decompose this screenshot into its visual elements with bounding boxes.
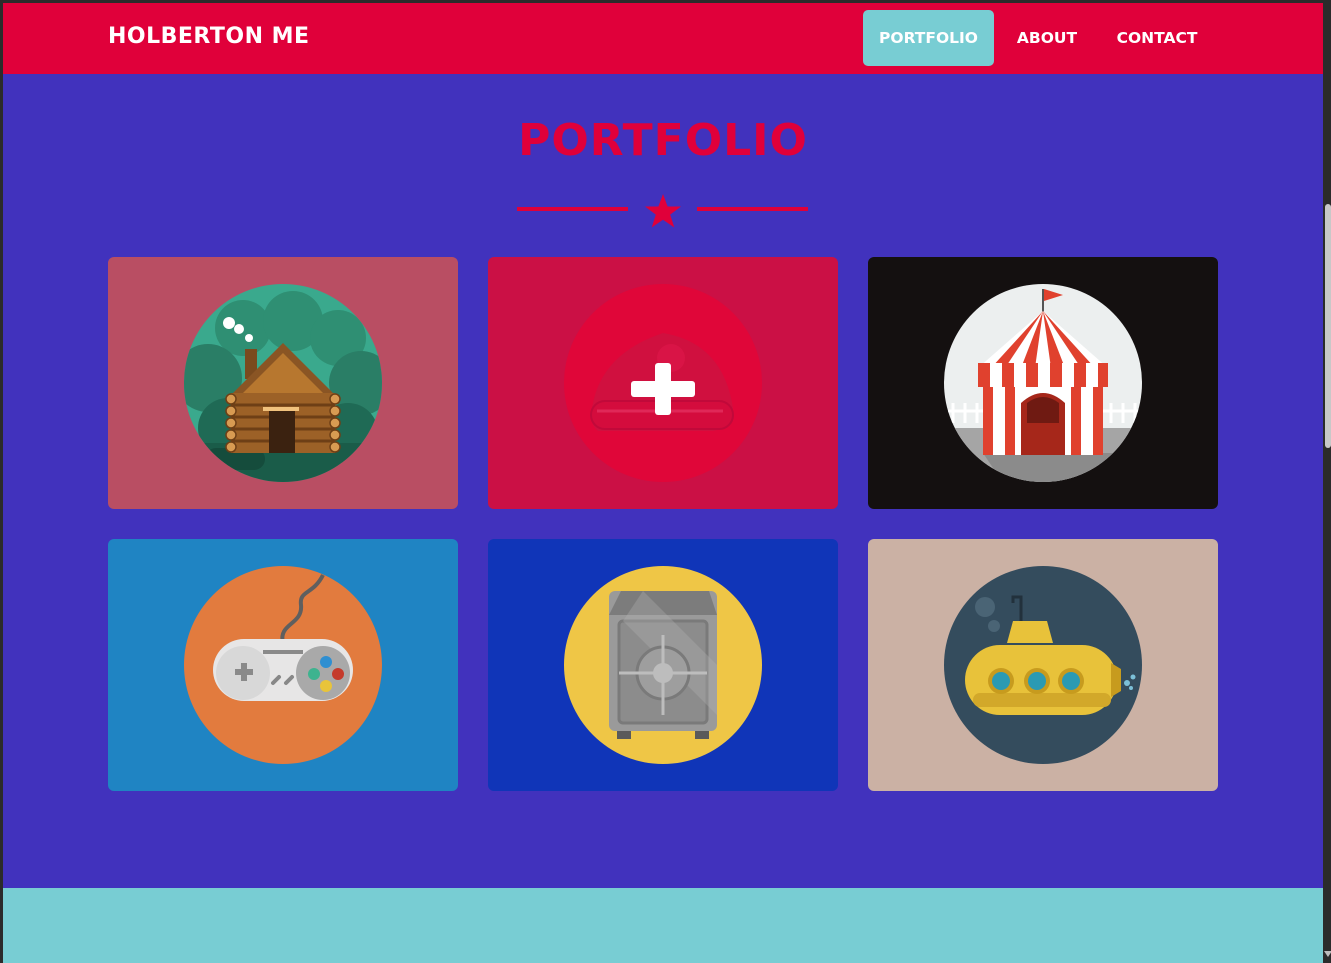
nav-item-about[interactable]: ABOUT bbox=[1002, 10, 1092, 66]
portfolio-item-cabin[interactable] bbox=[108, 257, 458, 509]
portfolio-item-safe[interactable] bbox=[488, 539, 838, 791]
section-title: PORTFOLIO bbox=[518, 115, 808, 166]
divider-line-left bbox=[517, 207, 628, 211]
nav-item-portfolio[interactable]: PORTFOLIO bbox=[863, 10, 994, 66]
portfolio-item-circus[interactable] bbox=[868, 257, 1218, 509]
divider-line-right bbox=[697, 207, 808, 211]
plus-icon-horizontal bbox=[631, 381, 695, 397]
circus-tent-icon bbox=[944, 284, 1142, 482]
star-icon bbox=[645, 194, 681, 228]
game-controller-icon bbox=[184, 566, 382, 764]
cake-icon bbox=[564, 284, 762, 482]
portfolio-item-controller[interactable] bbox=[108, 539, 458, 791]
nav-item-contact[interactable]: CONTACT bbox=[1102, 10, 1212, 66]
submarine-icon bbox=[944, 566, 1142, 764]
scroll-down-arrow-icon[interactable] bbox=[1324, 951, 1331, 957]
portfolio-item-cake[interactable] bbox=[488, 257, 838, 509]
safe-icon bbox=[564, 566, 762, 764]
brand-logo[interactable]: HOLBERTON ME bbox=[108, 24, 310, 49]
cabin-icon bbox=[184, 284, 382, 482]
footer bbox=[3, 888, 1323, 963]
page: HOLBERTON ME PORTFOLIO ABOUT CONTACT POR… bbox=[3, 3, 1323, 963]
navbar: HOLBERTON ME PORTFOLIO ABOUT CONTACT bbox=[3, 3, 1323, 74]
scrollbar-track[interactable] bbox=[1323, 0, 1331, 963]
portfolio-item-submarine[interactable] bbox=[868, 539, 1218, 791]
scrollbar-thumb[interactable] bbox=[1325, 204, 1331, 448]
